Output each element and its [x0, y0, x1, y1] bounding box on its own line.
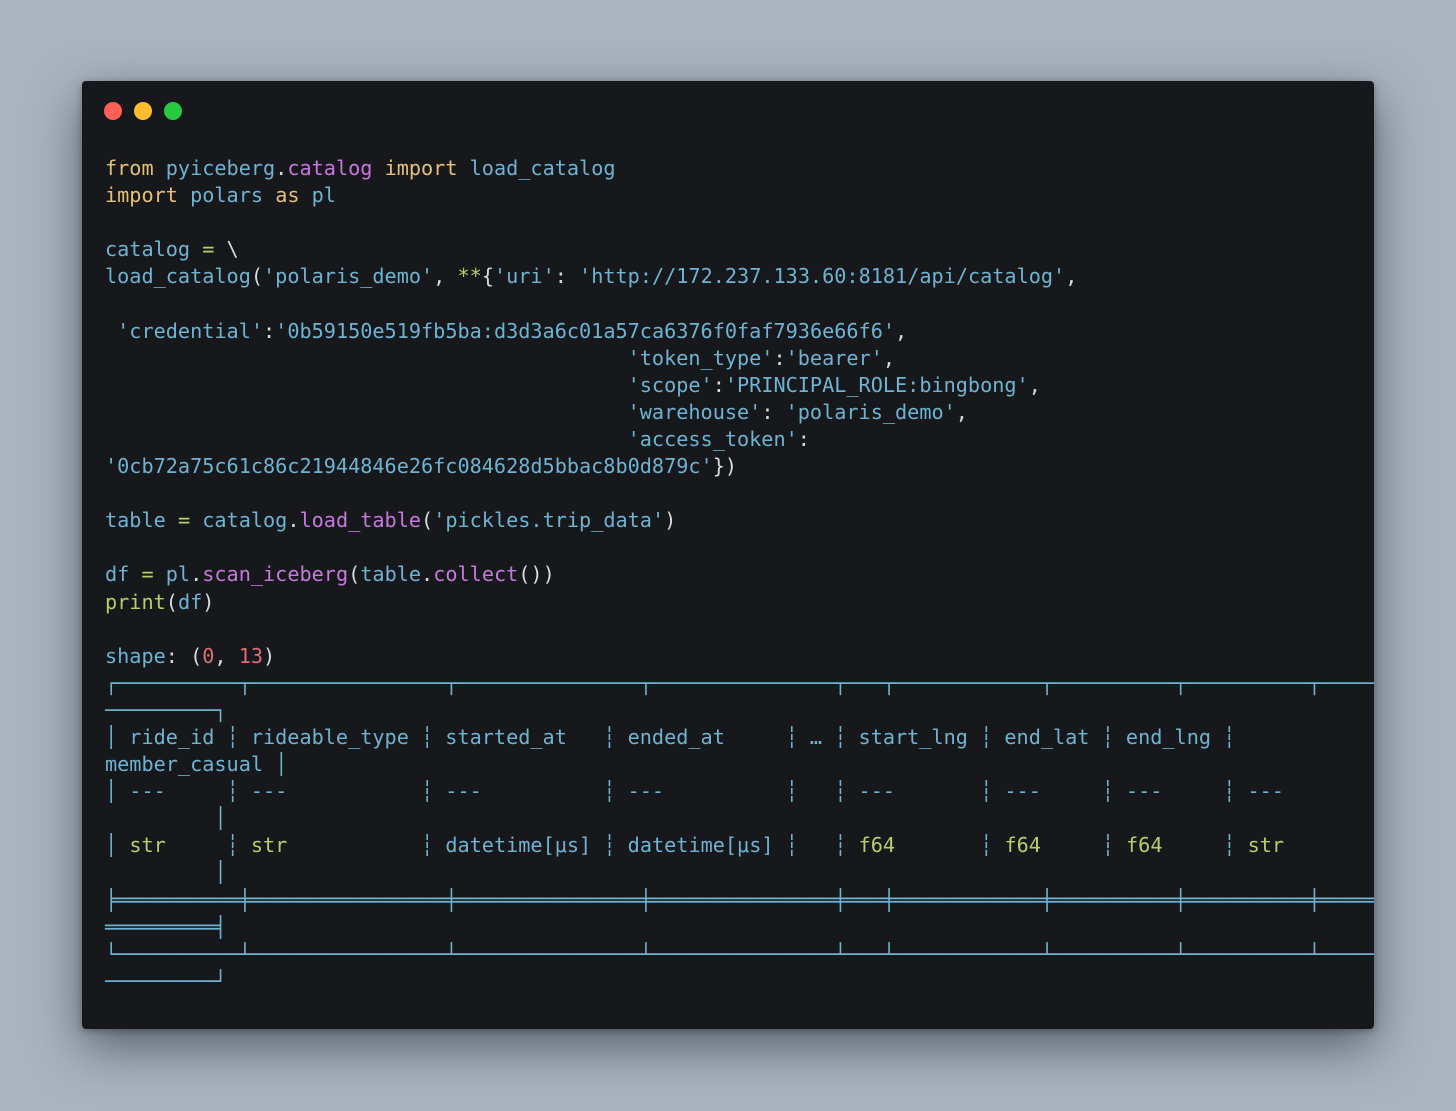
code-block: from pyiceberg.catalog import load_catal… [105, 155, 1374, 995]
maximize-window-button[interactable] [164, 102, 182, 120]
code-line: from pyiceberg.catalog import load_catal… [105, 156, 616, 180]
code-line: '0cb72a75c61c86c21944846e26fc084628d5bba… [105, 454, 738, 479]
window-controls [104, 102, 182, 120]
table-border-mid-wrap: ═════════╡ [105, 914, 227, 939]
code-line: 'scope':'PRINCIPAL_ROLE:bingbong', [105, 372, 1041, 397]
terminal-window: from pyiceberg.catalog import load_catal… [82, 81, 1374, 1029]
code-line: catalog = \ [105, 237, 239, 262]
table-header-row-wrap: member_casual │ [105, 752, 288, 777]
table-border-top: ┌──────────┬────────────────┬───────────… [105, 670, 1374, 695]
table-dash-row-wrap: │ [105, 806, 227, 831]
close-window-button[interactable] [104, 102, 122, 120]
table-border-bottom: └──────────┴────────────────┴───────────… [105, 941, 1374, 966]
code-line: 'access_token': [105, 426, 810, 451]
table-header-row: │ ride_id ┆ rideable_type ┆ started_at ┆… [105, 724, 1236, 749]
table-dash-row: │ --- ┆ --- ┆ --- ┆ --- ┆ ┆ --- ┆ --- ┆ … [105, 779, 1284, 804]
code-line: df = pl.scan_iceberg(table.collect()) [105, 562, 555, 587]
shape-cols: 13 [238, 643, 264, 668]
output-shape: shape: (0, 13) [105, 643, 276, 668]
code-line: 'token_type':'bearer', [105, 345, 896, 370]
table-border-bottom-wrap: ─────────┘ [105, 968, 227, 993]
code-line: print(df) [105, 589, 215, 614]
code-line: 'credential':'0b59150e519fb5ba:d3d3a6c01… [105, 318, 908, 343]
shape-rows: 0 [202, 643, 215, 668]
code-line: table = catalog.load_table('pickles.trip… [105, 508, 677, 533]
table-type-row: │ str ┆ str ┆ datetime[μs] ┆ datetime[μs… [105, 833, 1285, 858]
minimize-window-button[interactable] [134, 102, 152, 120]
table-border-mid: ╞══════════╪════════════════╪═══════════… [105, 887, 1374, 912]
table-border-top-wrap: ─────────┐ [105, 697, 227, 722]
code-line: 'warehouse': 'polaris_demo', [105, 399, 968, 424]
table-type-row-wrap: │ [105, 860, 227, 885]
code-line: import polars as pl [105, 183, 336, 208]
code-line: load_catalog('polaris_demo', **{'uri': '… [105, 264, 1078, 289]
